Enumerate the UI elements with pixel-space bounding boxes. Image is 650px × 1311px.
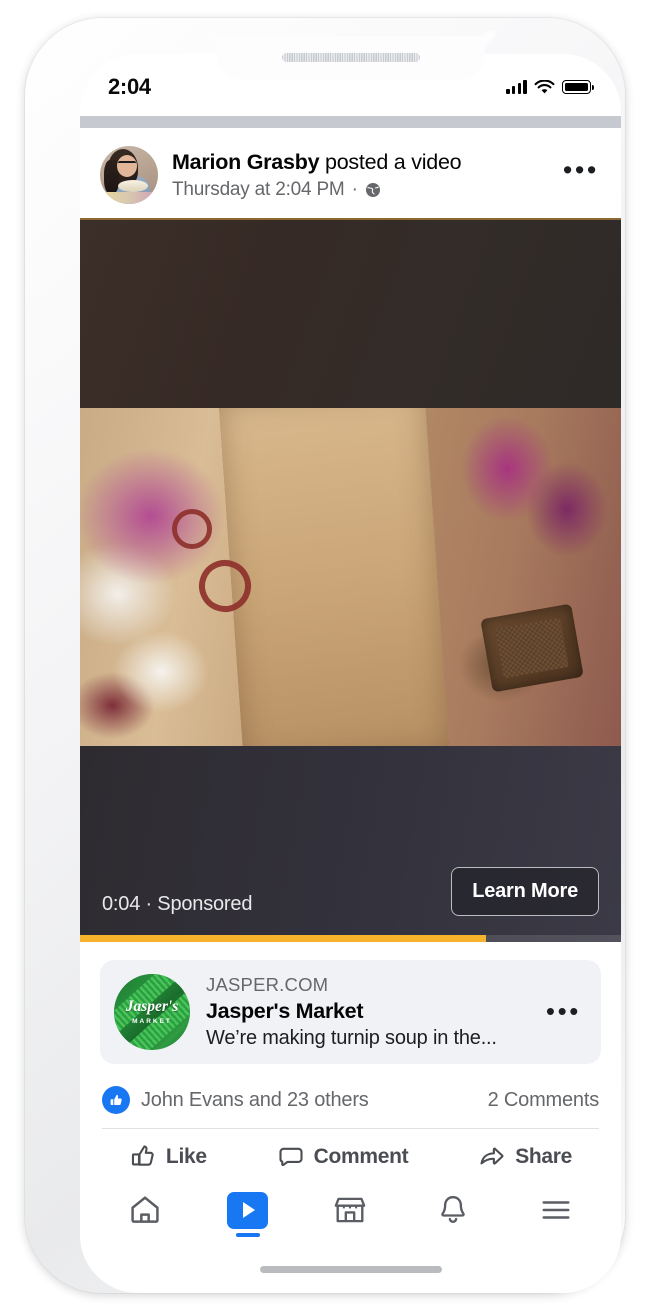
top-gray-band	[80, 116, 621, 128]
phone-notch	[217, 36, 485, 80]
home-indicator	[259, 1266, 442, 1273]
post-meta: Marion Grasby posted a video Thursday at…	[172, 149, 549, 201]
nav-marketplace-button[interactable]	[322, 1187, 378, 1233]
post-author-name[interactable]: Marion Grasby	[172, 150, 320, 174]
link-preview-card[interactable]: Jasper's MARKET JASPER.COM Jasper's Mark…	[100, 960, 601, 1064]
share-button-label: Share	[515, 1145, 573, 1168]
video-overlay: 0:04 · Sponsored Learn More	[80, 867, 621, 942]
bottom-navigation-bar	[80, 1187, 621, 1233]
battery-full-icon	[562, 80, 595, 94]
jaspers-market-logo: Jasper's MARKET	[114, 974, 190, 1050]
post-subtitle: Thursday at 2:04 PM ·	[172, 179, 549, 201]
like-button-label: Like	[165, 1145, 207, 1168]
reactions-summary-row: John Evans and 23 others 2 Comments	[80, 1064, 621, 1128]
cellular-signal-icon	[506, 80, 527, 94]
post-more-options-button[interactable]: •••	[563, 156, 599, 188]
reactions-left[interactable]: John Evans and 23 others	[102, 1086, 369, 1114]
post-action-bar: Like Comment Share	[80, 1129, 621, 1181]
hamburger-menu-icon	[542, 1201, 570, 1219]
nav-watch-button[interactable]	[220, 1187, 276, 1233]
comment-count[interactable]: 2 Comments	[488, 1089, 600, 1112]
comment-button-label: Comment	[313, 1145, 409, 1168]
share-arrow-icon	[480, 1147, 504, 1165]
nav-home-button[interactable]	[117, 1187, 173, 1233]
post-action-text: posted a video	[319, 150, 462, 175]
video-frame-image	[80, 408, 621, 746]
post-timestamp: Thursday at 2:04 PM	[172, 178, 345, 200]
link-card-more-options-button[interactable]: •••	[546, 999, 581, 1024]
video-letterbox-top	[80, 218, 621, 408]
nav-notifications-button[interactable]	[425, 1187, 481, 1233]
home-icon	[131, 1196, 159, 1223]
link-domain: JASPER.COM	[206, 974, 329, 995]
status-bar-time: 2:04	[108, 74, 151, 99]
post-header: Marion Grasby posted a video Thursday at…	[80, 128, 621, 218]
wifi-icon	[534, 79, 555, 93]
logo-brand-text: Jasper's	[125, 998, 179, 1016]
status-bar-icons	[506, 79, 595, 95]
link-description: We’re making turnip soup in the...	[206, 1027, 497, 1049]
thumbs-up-filled-icon	[102, 1086, 130, 1114]
video-progress-bar[interactable]	[80, 935, 621, 942]
link-card-text: JASPER.COM Jasper's Market We’re making …	[206, 974, 530, 1050]
post-title: Marion Grasby posted a video	[172, 149, 549, 176]
bell-icon	[441, 1196, 465, 1223]
nav-menu-button[interactable]	[528, 1187, 584, 1233]
news-feed: Marion Grasby posted a video Thursday at…	[80, 128, 621, 1181]
avatar[interactable]	[100, 146, 158, 204]
globe-icon	[365, 182, 380, 197]
phone-frame: 2:04 Marion Grasby posted a video Thursd…	[25, 18, 625, 1293]
like-button[interactable]: Like	[129, 1143, 207, 1171]
video-play-icon	[227, 1191, 269, 1229]
logo-sub-text: MARKET	[132, 1017, 172, 1025]
video-player[interactable]: 0:04 · Sponsored Learn More	[80, 218, 621, 942]
storefront-icon	[335, 1197, 366, 1223]
share-button[interactable]: Share	[478, 1143, 572, 1171]
link-title[interactable]: Jasper's Market	[206, 999, 530, 1024]
speaker-grille	[282, 53, 420, 62]
reaction-names[interactable]: John Evans and 23 others	[141, 1089, 369, 1112]
comment-button[interactable]: Comment	[277, 1143, 409, 1171]
post-sub-separator: ·	[351, 178, 358, 200]
speech-bubble-icon	[279, 1147, 303, 1167]
phone-screen: 2:04 Marion Grasby posted a video Thursd…	[80, 54, 621, 1293]
video-duration-sponsored-label: 0:04 · Sponsored	[102, 893, 253, 915]
video-progress-fill	[80, 935, 486, 942]
learn-more-button[interactable]: Learn More	[451, 867, 599, 916]
thumbs-up-outline-icon	[131, 1145, 154, 1166]
